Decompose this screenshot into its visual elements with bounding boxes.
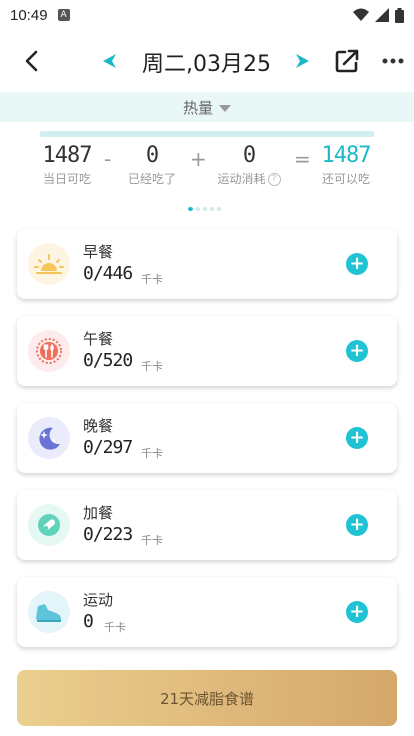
meal-calories: 0/446: [83, 263, 133, 284]
meal-calories: 0/223: [83, 524, 133, 545]
more-options-button[interactable]: [380, 50, 406, 72]
exercise-label: 运动消耗: [217, 172, 266, 186]
meal-card-exercise[interactable]: 运动 0 千卡 +: [17, 577, 397, 647]
eaten-value: 0: [145, 143, 159, 168]
meal-calories: 0/297: [83, 437, 133, 458]
plus-icon: +: [349, 253, 365, 274]
meal-name: 早餐: [83, 243, 114, 261]
plus-icon: +: [349, 514, 365, 535]
signal-icon: [375, 8, 389, 22]
chevron-left-icon: [25, 50, 38, 72]
summary-exercise[interactable]: 0 运动消耗?: [212, 143, 286, 187]
meal-calories: 0: [83, 611, 94, 632]
status-icons: [353, 7, 404, 23]
date-title[interactable]: 周二,03月25: [142, 46, 271, 78]
meal-unit: 千卡: [141, 273, 163, 286]
page-dot: [210, 207, 214, 211]
meal-name: 运动: [83, 591, 114, 609]
summary-eaten: 0 已经吃了: [122, 143, 182, 187]
triangle-right-icon: [296, 54, 309, 68]
eaten-label: 已经吃了: [127, 172, 176, 186]
snack-icon: [28, 504, 70, 546]
exercise-value: 0: [242, 143, 256, 168]
page-dot: [196, 207, 200, 211]
share-button[interactable]: [332, 46, 362, 76]
meal-name: 晚餐: [83, 417, 114, 435]
add-dinner-button[interactable]: +: [346, 427, 368, 449]
remaining-label: 还可以吃: [321, 172, 370, 186]
calorie-dropdown-label: 热量: [182, 98, 213, 117]
add-exercise-button[interactable]: +: [346, 601, 368, 623]
summary-remaining: 1487 还可以吃: [316, 143, 376, 187]
meal-card-breakfast[interactable]: 早餐 0/446 千卡 +: [17, 229, 397, 299]
sunrise-icon: [28, 243, 70, 285]
diet-log-screen: 10:49 A 周二,03月25 热量 1487 当日可吃 - 0 已经吃了 +…: [0, 0, 414, 736]
battery-icon: [395, 7, 404, 23]
wifi-icon: [353, 8, 369, 21]
page-indicator: [188, 207, 221, 211]
header: 周二,03月25: [0, 38, 414, 84]
status-bar: 10:49 A: [0, 0, 414, 30]
meal-unit: 千卡: [141, 360, 163, 373]
calorie-dropdown[interactable]: 热量: [0, 92, 414, 122]
meal-card-lunch[interactable]: 午餐 0/520 千卡 +: [17, 316, 397, 386]
page-dot: [217, 207, 221, 211]
plus-icon: +: [349, 427, 365, 448]
help-icon[interactable]: ?: [267, 173, 281, 186]
next-day-button[interactable]: [292, 50, 314, 72]
more-dots-icon: [382, 58, 404, 64]
summary-budget: 1487 当日可吃: [38, 143, 96, 187]
plus-icon: +: [349, 601, 365, 622]
budget-label: 当日可吃: [42, 172, 91, 186]
share-icon: [335, 49, 359, 73]
minus-operator: -: [104, 147, 112, 171]
add-breakfast-button[interactable]: +: [346, 253, 368, 275]
calorie-summary: 1487 当日可吃 - 0 已经吃了 + 0 运动消耗? = 1487 还可以吃: [0, 143, 414, 193]
meal-unit: 千卡: [141, 447, 163, 460]
triangle-left-icon: [103, 54, 116, 68]
page-dot: [188, 207, 193, 211]
meal-unit: 千卡: [104, 621, 126, 634]
exercise-label-row: 运动消耗?: [212, 170, 286, 187]
meal-card-snack[interactable]: 加餐 0/223 千卡 +: [17, 490, 397, 560]
meal-card-dinner[interactable]: 晚餐 0/297 千卡 +: [17, 403, 397, 473]
plus-icon: +: [349, 340, 365, 361]
back-button[interactable]: [18, 48, 44, 74]
previous-day-button[interactable]: [98, 50, 120, 72]
plus-operator: +: [190, 147, 207, 171]
moon-icon: [28, 417, 70, 459]
meal-name: 加餐: [83, 504, 114, 522]
add-snack-button[interactable]: +: [346, 514, 368, 536]
add-lunch-button[interactable]: +: [346, 340, 368, 362]
status-time: 10:49: [10, 6, 48, 24]
utensils-icon: [28, 330, 70, 372]
notification-icon: A: [57, 9, 70, 21]
meal-calories: 0/520: [83, 350, 133, 371]
meal-unit: 千卡: [141, 534, 163, 547]
meal-name: 午餐: [83, 330, 114, 348]
remaining-value: 1487: [321, 143, 372, 168]
shoe-icon: [28, 591, 70, 633]
fat-loss-plan-button[interactable]: 21天减脂食谱: [17, 670, 397, 726]
caret-down-icon: [219, 104, 231, 112]
equals-operator: =: [294, 147, 311, 171]
budget-value: 1487: [42, 143, 93, 168]
page-dot: [203, 207, 207, 211]
calorie-progress-bar: [40, 131, 374, 137]
